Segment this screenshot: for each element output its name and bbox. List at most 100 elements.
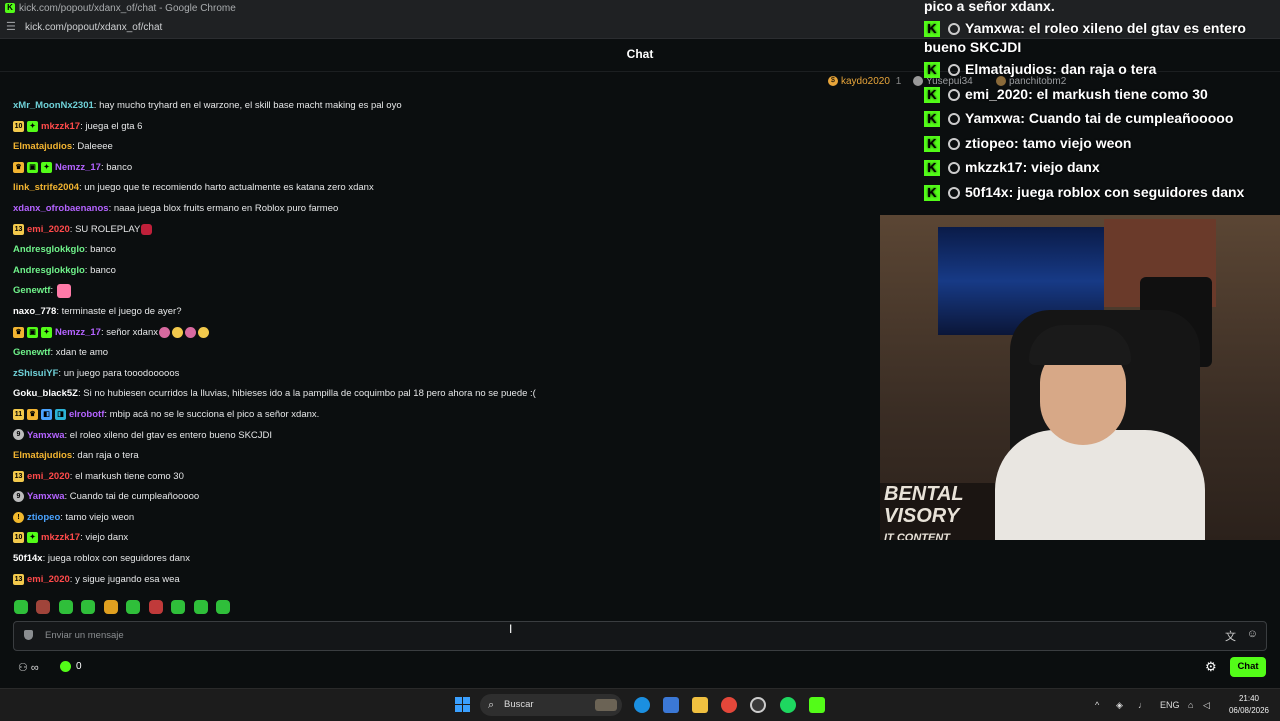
chat-message[interactable]: 13 emi_2020: SU ROLEPLAY	[13, 220, 873, 241]
site-info-icon[interactable]: ☰	[6, 17, 16, 38]
emoji-icon[interactable]: ☺	[1247, 628, 1258, 640]
translate-icon[interactable]: 文	[1225, 628, 1236, 644]
chat-message[interactable]: Andresglokkglo: banco	[13, 261, 873, 282]
taskbar-search[interactable]: ⌕ Buscar	[480, 694, 622, 716]
advisory-sign: BENTAL VISORY IT CONTENT	[880, 483, 995, 540]
chat-message-text: tamo viejo weon	[65, 511, 135, 523]
chat-message[interactable]: Genewtf:	[13, 281, 873, 302]
url-text[interactable]: kick.com/popout/xdanx_of/chat	[25, 17, 162, 38]
chat-message[interactable]: Elmatajudios: dan raja o tera	[13, 446, 873, 467]
chat-username[interactable]: Andresglokkglo	[13, 244, 85, 255]
chat-message[interactable]: 11 ♛ ◧ ◨ elrobotf: mbip acá no se le succion…	[13, 405, 873, 426]
chat-username[interactable]: Elmatajudios	[13, 450, 72, 461]
overlay-username: ztiopeo	[965, 135, 1014, 151]
send-chat-button[interactable]: Chat	[1230, 657, 1266, 677]
emote-icon[interactable]	[148, 600, 163, 614]
chat-message[interactable]: naxo_778: terminaste el juego de ayer?	[13, 302, 873, 323]
emote-icon[interactable]	[81, 600, 96, 614]
emote-icon[interactable]	[103, 600, 118, 614]
spotify-icon[interactable]	[780, 697, 796, 713]
chat-username[interactable]: emi_2020	[27, 471, 70, 482]
language-indicator[interactable]: ENG	[1160, 689, 1180, 721]
kick-app-icon[interactable]	[809, 697, 825, 713]
pinned-user-kaydo[interactable]: $ kaydo2020 1	[828, 75, 901, 89]
chat-username[interactable]: Andresglokkglo	[13, 265, 85, 276]
chat-username[interactable]: Yamxwa	[27, 491, 65, 502]
file-explorer-icon[interactable]	[692, 697, 708, 713]
chat-message[interactable]: 50f14x: juega roblox con seguidores danx	[13, 549, 873, 570]
microphone-icon[interactable]: ♩	[1138, 689, 1147, 721]
overlay-message-text: viejo danx	[1031, 159, 1100, 175]
emote-icon[interactable]	[171, 600, 186, 614]
chat-username[interactable]: 50f14x	[13, 553, 43, 564]
message-input[interactable]: Enviar un mensaje 文 ☺	[13, 621, 1267, 651]
chat-username[interactable]: ztiopeo	[27, 512, 60, 523]
user-badge-icon: ✦	[41, 161, 52, 173]
chat-message[interactable]: 9 Yamxwa: el roleo xileno del gtav es ent…	[13, 426, 873, 447]
chat-message-text: el roleo xileno del gtav es entero bueno…	[69, 429, 273, 441]
chat-message[interactable]: link_strife2004: un juego que te recomie…	[13, 178, 873, 199]
emote-icon[interactable]	[14, 600, 28, 614]
chat-username[interactable]: Nemzz_17	[55, 327, 101, 338]
chat-message[interactable]: ♛ ▣ ✦ Nemzz_17: señor xdanx	[13, 323, 873, 344]
chat-message[interactable]: zShisuiYF: un juego para tooodooooos	[13, 364, 873, 385]
overlay-username: emi_2020	[965, 86, 1029, 102]
chat-message[interactable]: xdanx_ofrobaenanos: naaa juega blox frui…	[13, 199, 873, 220]
chat-username[interactable]: Nemzz_17	[55, 162, 101, 173]
chat-message[interactable]: Elmatajudios: Daleeee	[13, 137, 873, 158]
chat-message[interactable]: ♛ ▣ ✦ Nemzz_17: banco	[13, 158, 873, 179]
chat-message[interactable]: 9 Yamxwa: Cuando tai de cumpleañooooo	[13, 487, 873, 508]
chrome-icon[interactable]	[721, 697, 737, 713]
chat-username[interactable]: xMr_MoonNx2301	[13, 100, 94, 111]
chat-message-list[interactable]: xMr_MoonNx2301: hay mucho tryhard en el …	[13, 96, 873, 590]
network-icon[interactable]: ◈	[1116, 689, 1123, 721]
chat-message-text: SU ROLEPLAY	[75, 223, 141, 235]
chat-username[interactable]: xdanx_ofrobaenanos	[13, 203, 109, 214]
chat-username[interactable]: elrobotf	[69, 409, 104, 420]
gear-icon[interactable]: ⚙	[1205, 659, 1217, 675]
chat-message[interactable]: Genewtf: xdan te amo	[13, 343, 873, 364]
chat-username[interactable]: Elmatajudios	[13, 141, 72, 152]
system-clock[interactable]: 21:40 06/08/2026	[1225, 693, 1273, 717]
chat-username[interactable]: mkzzk17	[41, 532, 80, 543]
volume-icon[interactable]: ◁	[1203, 689, 1210, 721]
chat-username[interactable]: mkzzk17	[41, 121, 80, 132]
chat-username[interactable]: emi_2020	[27, 224, 70, 235]
overlay-message-text: el markush tiene como 30	[1036, 86, 1208, 102]
emote-quick-bar	[14, 600, 234, 616]
chat-message[interactable]: Goku_black5Z: Si no hubiesen ocurridos l…	[13, 384, 873, 405]
users-icon[interactable]: ⚇ ∞	[18, 661, 39, 674]
emote-icon	[172, 326, 183, 338]
chat-username[interactable]: Yamxwa	[27, 430, 65, 441]
chat-username[interactable]: Genewtf	[13, 285, 50, 296]
chat-message[interactable]: 13 emi_2020: el markush tiene como 30	[13, 467, 873, 488]
chat-message[interactable]: 10 ✦ mkzzk17: juega el gta 6	[13, 117, 873, 138]
emote-icon[interactable]	[126, 600, 141, 614]
chat-message[interactable]: 13 emi_2020: y sigue jugando esa wea	[13, 570, 873, 591]
chat-username[interactable]: Genewtf	[13, 347, 50, 358]
emote-icon[interactable]	[36, 600, 51, 614]
edge-icon[interactable]	[634, 697, 650, 713]
windows-start-icon[interactable]	[455, 697, 471, 713]
wifi-icon[interactable]: ⌂	[1188, 689, 1193, 721]
chat-username[interactable]: link_strife2004	[13, 182, 79, 193]
emote-icon[interactable]	[193, 600, 208, 614]
coin-icon	[913, 76, 923, 87]
user-badge-icon: ♛	[13, 326, 24, 338]
store-icon[interactable]	[663, 697, 679, 713]
chevron-up-icon[interactable]: ^	[1095, 689, 1099, 721]
emote-icon[interactable]	[216, 600, 231, 614]
chat-message[interactable]: Andresglokkglo: banco	[13, 240, 873, 261]
emote-icon[interactable]	[58, 600, 73, 614]
channel-points[interactable]: 0	[60, 661, 82, 672]
chat-username[interactable]: emi_2020	[27, 574, 70, 585]
chat-username[interactable]: naxo_778	[13, 306, 56, 317]
chat-username[interactable]: Goku_black5Z	[13, 388, 78, 399]
chat-message[interactable]: ! ztiopeo: tamo viejo weon	[13, 508, 873, 529]
chat-message-text: el markush tiene como 30	[75, 470, 184, 482]
chat-username[interactable]: zShisuiYF	[13, 368, 58, 379]
chat-message[interactable]: xMr_MoonNx2301: hay mucho tryhard en el …	[13, 96, 873, 117]
obs-icon[interactable]	[750, 697, 766, 713]
overlay-username: mkzzk17	[965, 159, 1023, 175]
chat-message[interactable]: 10 ✦ mkzzk17: viejo danx	[13, 528, 873, 549]
